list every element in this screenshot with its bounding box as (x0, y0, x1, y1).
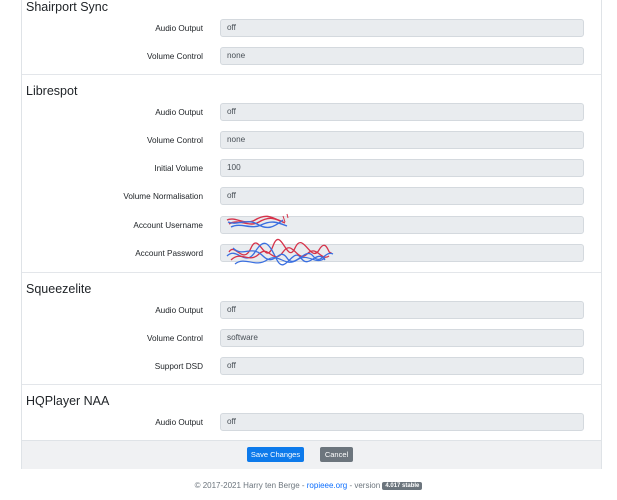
section-title-hqplayer: HQPlayer NAA (26, 394, 110, 408)
form-actions-bar: Save Changes Cancel (22, 440, 601, 469)
hqplayer-audio-output-field[interactable]: off (220, 413, 584, 431)
squeezelite-volume-control-label: Volume Control (147, 334, 203, 343)
section-title-shairport: Shairport Sync (26, 0, 108, 14)
section-divider (22, 74, 601, 75)
hqplayer-audio-output-label: Audio Output (155, 418, 203, 427)
redaction-scribble-username (226, 213, 289, 229)
squeezelite-audio-output-label: Audio Output (155, 306, 203, 315)
shairport-audio-output-label: Audio Output (155, 24, 203, 33)
squeezelite-support-dsd-field[interactable]: off (220, 357, 584, 375)
page-footer: © 2017-2021 Harry ten Berge - ropieee.or… (0, 481, 617, 490)
librespot-initial-volume-label: Initial Volume (154, 164, 203, 173)
section-title-squeezelite: Squeezelite (26, 282, 92, 296)
section-divider (22, 384, 601, 385)
librespot-normalisation-label: Volume Normalisation (123, 192, 203, 201)
librespot-normalisation-field[interactable]: off (220, 187, 584, 205)
section-title-librespot: Librespot (26, 84, 78, 98)
version-badge: 4.017 stable (382, 482, 423, 490)
squeezelite-support-dsd-label: Support DSD (154, 362, 203, 371)
section-divider (22, 272, 601, 273)
librespot-audio-output-label: Audio Output (155, 108, 203, 117)
version-text: - version (347, 481, 383, 490)
copyright-text: © 2017-2021 Harry ten Berge - (194, 481, 307, 490)
settings-card: Shairport Sync Audio Output off Volume C… (21, 0, 602, 469)
librespot-audio-output-field[interactable]: off (220, 103, 584, 121)
shairport-volume-control-field[interactable]: none (220, 47, 584, 65)
redaction-scribble-password (226, 238, 334, 266)
save-changes-button[interactable]: Save Changes (247, 447, 304, 462)
ropieee-link[interactable]: ropieee.org (307, 481, 347, 490)
librespot-volume-control-field[interactable]: none (220, 131, 584, 149)
librespot-volume-control-label: Volume Control (147, 136, 203, 145)
squeezelite-audio-output-field[interactable]: off (220, 301, 584, 319)
librespot-password-label: Account Password (135, 249, 203, 258)
shairport-volume-control-label: Volume Control (147, 52, 203, 61)
cancel-button[interactable]: Cancel (320, 447, 353, 462)
squeezelite-volume-control-field[interactable]: software (220, 329, 584, 347)
shairport-audio-output-field[interactable]: off (220, 19, 584, 37)
librespot-username-label: Account Username (133, 221, 203, 230)
librespot-initial-volume-field[interactable]: 100 (220, 159, 584, 177)
